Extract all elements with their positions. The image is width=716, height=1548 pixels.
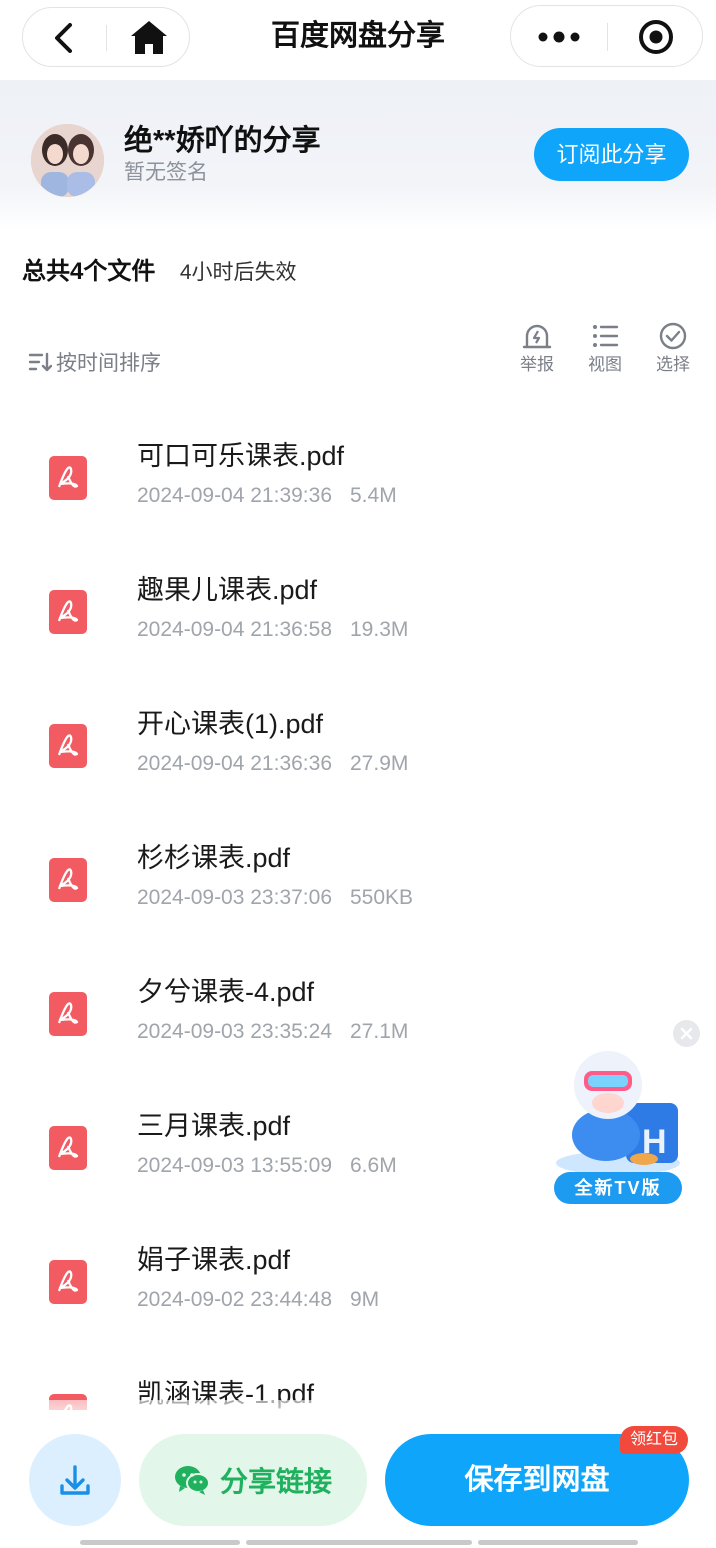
report-label: 举报 — [520, 355, 554, 374]
file-count: 总共4个文件 — [22, 258, 156, 285]
file-meta: 2024-09-04 21:39:36 5.4M — [137, 482, 397, 510]
file-meta: 2024-09-04 21:36:58 19.3M — [137, 616, 408, 644]
pdf-file-icon — [49, 724, 87, 768]
expire-time: 4小时后失效 — [179, 261, 297, 284]
download-icon — [60, 1465, 90, 1495]
nav-left-capsule — [22, 7, 190, 67]
home-icon — [131, 21, 167, 54]
sort-label: 按时间排序 — [56, 352, 161, 375]
file-size: 550KB — [350, 886, 414, 909]
pdf-file-icon — [49, 1260, 87, 1304]
file-meta: 2024-09-03 23:35:24 27.1M — [137, 1018, 408, 1046]
file-date: 2024-09-04 21:36:58 — [137, 618, 332, 641]
close-miniapp-button[interactable] — [631, 17, 681, 57]
pdf-file-icon — [49, 992, 87, 1036]
file-date: 2024-09-03 13:55:09 — [137, 1154, 332, 1177]
file-size: 6.6M — [350, 1154, 397, 1177]
sharer-header: 绝**娇吖的分享 暂无签名 订阅此分享 — [0, 80, 716, 230]
close-icon — [680, 1027, 693, 1040]
sharer-name: 绝**娇吖的分享 — [124, 125, 321, 157]
pdf-file-icon — [49, 1126, 87, 1170]
file-size: 5.4M — [350, 484, 397, 507]
download-button[interactable] — [29, 1434, 121, 1526]
file-name: 开心课表(1).pdf — [137, 709, 324, 739]
share-link-label: 分享链接 — [219, 1466, 332, 1497]
chevron-left-icon — [55, 23, 72, 53]
file-meta: 2024-09-03 13:55:09 6.6M — [137, 1152, 397, 1180]
file-row[interactable]: 开心课表(1).pdf 2024-09-04 21:36:36 27.9M — [0, 668, 716, 802]
list-view-icon — [593, 325, 619, 347]
tv-promo-badge[interactable]: 全新TV版 — [554, 1172, 682, 1204]
promo-close-button[interactable] — [673, 1020, 700, 1047]
file-row[interactable]: 娟子课表.pdf 2024-09-02 23:44:48 9M — [0, 1204, 716, 1338]
file-name: 夕兮课表-4.pdf — [137, 977, 315, 1007]
pdf-file-icon — [49, 590, 87, 634]
avatar-image — [31, 124, 104, 197]
file-meta: 2024-09-04 21:36:36 27.9M — [137, 750, 408, 778]
home-indicator — [246, 1540, 472, 1545]
wechat-icon — [174, 1466, 210, 1495]
more-dots-icon — [538, 31, 580, 43]
file-date: 2024-09-03 23:35:24 — [137, 1020, 332, 1043]
file-name: 杉杉课表.pdf — [137, 843, 291, 873]
file-size: 9M — [350, 1288, 380, 1311]
file-meta: 2024-09-03 23:37:06 550KB — [137, 884, 413, 912]
share-link-button[interactable]: 分享链接 — [139, 1434, 367, 1526]
view-label: 视图 — [588, 355, 622, 374]
back-button[interactable] — [45, 20, 85, 56]
file-name: 三月课表.pdf — [137, 1111, 291, 1141]
report-alarm-icon — [522, 324, 552, 349]
file-row[interactable]: 可口可乐课表.pdf 2024-09-04 21:39:36 5.4M — [0, 400, 716, 534]
file-name: 娟子课表.pdf — [137, 1245, 291, 1275]
sharer-signature: 暂无签名 — [124, 161, 208, 184]
avatar[interactable] — [31, 124, 104, 197]
capsule-divider — [106, 25, 107, 51]
home-indicator — [80, 1540, 240, 1545]
select-label: 选择 — [656, 355, 690, 374]
top-nav-bar: 百度网盘分享 — [0, 0, 716, 80]
file-row[interactable]: 杉杉课表.pdf 2024-09-03 23:37:06 550KB — [0, 802, 716, 936]
astronaut-mascot-icon: H — [556, 1051, 680, 1175]
file-size: 19.3M — [350, 618, 409, 641]
file-name: 趣果儿课表.pdf — [137, 575, 318, 605]
file-date: 2024-09-04 21:39:36 — [137, 484, 332, 507]
file-name: 可口可乐课表.pdf — [137, 441, 345, 471]
file-date: 2024-09-04 21:36:36 — [137, 752, 332, 775]
pdf-file-icon — [49, 858, 87, 902]
file-date: 2024-09-02 23:44:48 — [137, 1288, 332, 1311]
file-size: 27.1M — [350, 1020, 409, 1043]
red-packet-badge[interactable]: 领红包 — [620, 1426, 688, 1454]
file-list: 可口可乐课表.pdf 2024-09-04 21:39:36 5.4M 趣果儿课表… — [0, 400, 716, 1410]
home-indicator — [478, 1540, 638, 1545]
file-date: 2024-09-03 23:37:06 — [137, 886, 332, 909]
select-button[interactable]: 选择 — [648, 322, 698, 376]
check-circle-icon — [659, 322, 687, 350]
file-meta: 2024-09-02 23:44:48 9M — [137, 1286, 379, 1314]
pdf-file-icon — [49, 456, 87, 500]
sort-icon — [28, 352, 52, 372]
sort-button[interactable]: 按时间排序 — [28, 347, 161, 377]
subscribe-button[interactable]: 订阅此分享 — [534, 128, 689, 181]
file-row[interactable]: 趣果儿课表.pdf 2024-09-04 21:36:58 19.3M — [0, 534, 716, 668]
report-button[interactable]: 举报 — [512, 322, 562, 376]
view-button[interactable]: 视图 — [580, 322, 630, 376]
more-button[interactable] — [531, 18, 587, 56]
home-button[interactable] — [127, 18, 171, 58]
share-summary: 总共4个文件 4小时后失效 — [22, 256, 297, 291]
nav-right-capsule — [510, 5, 703, 67]
file-size: 27.9M — [350, 752, 409, 775]
record-target-icon — [639, 20, 673, 54]
capsule-divider — [607, 23, 608, 51]
